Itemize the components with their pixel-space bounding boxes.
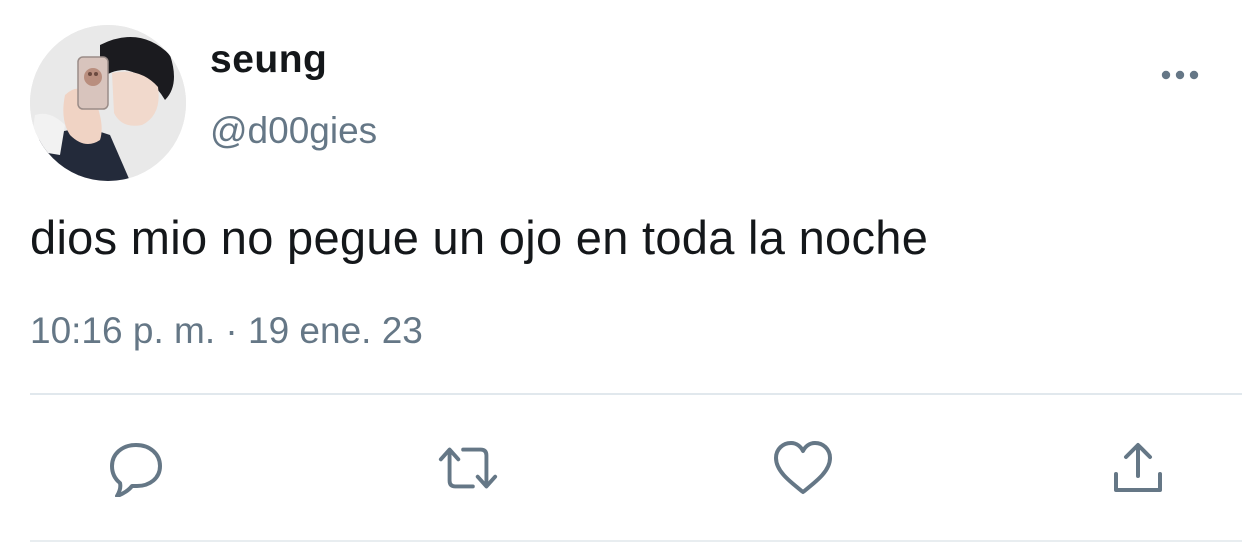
retweet-button[interactable] <box>436 436 500 500</box>
avatar[interactable] <box>30 25 186 181</box>
divider <box>30 540 1242 542</box>
reply-bubble-icon <box>110 443 162 497</box>
like-button[interactable] <box>771 436 835 500</box>
tweet-text: dios mio no pegue un ojo en toda la noch… <box>30 211 929 264</box>
avatar-photo <box>30 25 186 181</box>
display-name[interactable]: seung <box>210 38 327 82</box>
divider <box>30 393 1242 395</box>
reply-button[interactable] <box>104 436 168 500</box>
heart-icon <box>774 441 832 494</box>
more-options-button[interactable] <box>1152 58 1208 92</box>
share-upload-icon <box>1114 443 1162 492</box>
share-button[interactable] <box>1106 436 1170 500</box>
user-handle[interactable]: @d00gies <box>210 110 377 152</box>
retweet-icon <box>438 447 498 489</box>
more-horizontal-icon <box>1161 70 1199 80</box>
tweet-card: seung @d00gies dios mio no pegue un ojo … <box>0 0 1242 558</box>
tweet-timestamp[interactable]: 10:16 p. m. · 19 ene. 23 <box>30 310 423 352</box>
